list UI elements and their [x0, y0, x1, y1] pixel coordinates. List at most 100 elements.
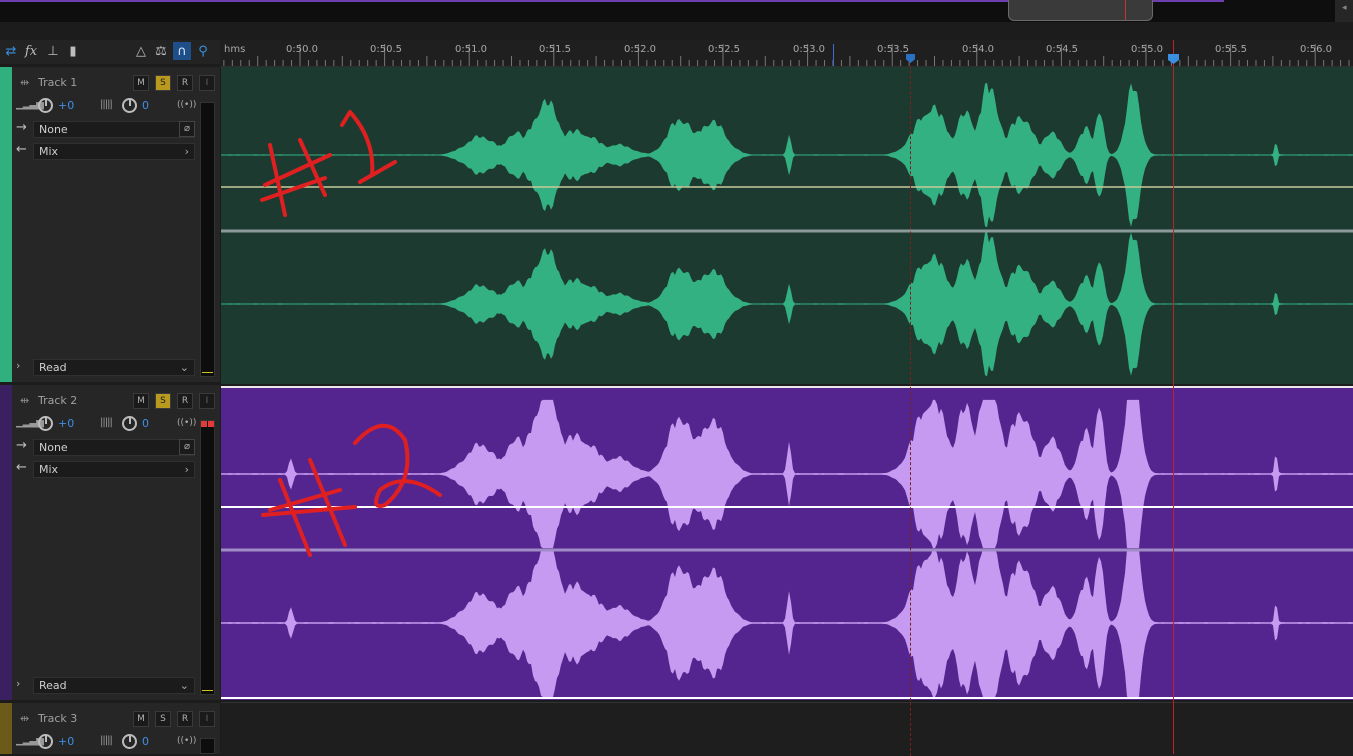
- ruler-tick-label: 0:53.5: [877, 44, 909, 55]
- track-2-input-monitor-button[interactable]: I: [199, 393, 215, 409]
- track-3-volume-value[interactable]: +0: [58, 735, 74, 748]
- track-3-mute-button[interactable]: M: [133, 711, 149, 727]
- ruler-tick-label: 0:55.5: [1215, 44, 1247, 55]
- stereo-icon[interactable]: ((•)): [177, 736, 196, 746]
- track-1-solo-button[interactable]: S: [155, 75, 171, 91]
- collapse-arrow-icon[interactable]: ◂: [1342, 3, 1347, 13]
- stereo-icon[interactable]: ((•)): [177, 100, 196, 110]
- track-1-automation-value: Read: [39, 361, 67, 374]
- track-2-level-meter: [200, 420, 215, 695]
- track-grip-icon[interactable]: ⇹: [20, 712, 29, 725]
- chevron-down-icon: ⌄: [179, 361, 189, 374]
- track-1-color-bar: [0, 67, 12, 382]
- track-2-color-bar: [0, 385, 12, 700]
- track-3-name[interactable]: Track 3: [38, 712, 77, 725]
- output-arrow-icon: ←: [16, 460, 27, 475]
- polarity-invert-icon[interactable]: ⌀: [179, 121, 195, 137]
- meter-peak: [202, 372, 213, 373]
- track-2-record-button[interactable]: R: [177, 393, 193, 409]
- overview-playhead: [1125, 0, 1126, 20]
- eq-bars-icon[interactable]: ▮: [64, 42, 82, 60]
- tempo-icon[interactable]: ⚖: [152, 42, 170, 60]
- track-3-solo-button[interactable]: S: [155, 711, 171, 727]
- track-3-pan-knob[interactable]: [122, 734, 137, 749]
- track-1-pan-value[interactable]: 0: [142, 99, 149, 112]
- ruler-selection-edge: [833, 44, 834, 66]
- ruler-tick-label: 0:55.0: [1131, 44, 1163, 55]
- track-2-pan-value[interactable]: 0: [142, 417, 149, 430]
- track-2-volume-knob[interactable]: [38, 416, 53, 431]
- marker-pin-icon[interactable]: ⚲: [194, 42, 212, 60]
- ruler-tick-label: 0:53.0: [793, 44, 825, 55]
- track-2-header: ⇹ Track 2 M S R I ▁▂▃▅ +0 ||||| 0 ((•)) …: [0, 385, 220, 700]
- expand-chevron-icon[interactable]: ›: [16, 359, 20, 372]
- track-1-automation-select[interactable]: Read ⌄: [33, 359, 195, 376]
- annotation-2-stroke: [308, 458, 347, 547]
- ruler-tick-label: 0:56.0: [1300, 44, 1332, 55]
- time-ruler[interactable]: hms 0:50.0 0:50.5 0:51.0 0:51.5 0:52.0 0…: [220, 40, 1353, 67]
- track-2-volume-value[interactable]: +0: [58, 417, 74, 430]
- track-2-solo-button[interactable]: S: [155, 393, 171, 409]
- track-3-input-monitor-button[interactable]: I: [199, 711, 215, 727]
- stereo-icon[interactable]: ((•)): [177, 418, 196, 428]
- chevron-right-icon: ›: [184, 463, 189, 476]
- track-2-name[interactable]: Track 2: [38, 394, 77, 407]
- effects-fx-icon[interactable]: fx: [22, 42, 40, 60]
- track-3-volume-knob[interactable]: [38, 734, 53, 749]
- meter-peak: [202, 690, 213, 691]
- track-3-color-bar: [0, 703, 12, 754]
- annotation-2-stroke: [353, 423, 442, 508]
- track-1-input-monitor-button[interactable]: I: [199, 75, 215, 91]
- playhead-cursor[interactable]: [1173, 40, 1174, 754]
- track-1-pan-knob[interactable]: [122, 98, 137, 113]
- ruler-tick-label: 0:52.0: [624, 44, 656, 55]
- track-3-lane[interactable]: [221, 702, 1353, 755]
- track-3-record-button[interactable]: R: [177, 711, 193, 727]
- inputs-outputs-icon[interactable]: ⇄: [2, 42, 20, 60]
- track-1-volume-value[interactable]: +0: [58, 99, 74, 112]
- track-grip-icon[interactable]: ⇹: [20, 76, 29, 89]
- track-grip-icon[interactable]: ⇹: [20, 394, 29, 407]
- polarity-invert-icon[interactable]: ⌀: [179, 439, 195, 455]
- track-1-volume-knob[interactable]: [38, 98, 53, 113]
- snap-magnet-icon[interactable]: ∩: [173, 42, 191, 60]
- overview-zoom-viewport[interactable]: [1008, 0, 1153, 21]
- track-1-output-select[interactable]: Mix ›: [33, 143, 195, 160]
- ruler-tick-label: 0:52.5: [708, 44, 740, 55]
- annotation-2-stroke: [278, 478, 312, 557]
- ruler-tick-label: 0:51.5: [539, 44, 571, 55]
- ruler-tick-label: 0:54.0: [962, 44, 994, 55]
- track-1-header: ⇹ Track 1 M S R I ▁▂▃▅ +0 ||||| 0 ((•)) …: [0, 67, 220, 382]
- track-2-output-select[interactable]: Mix ›: [33, 461, 195, 478]
- chevron-down-icon: ⌄: [179, 679, 189, 692]
- track-1-mute-button[interactable]: M: [133, 75, 149, 91]
- ruler-unit-label: hms: [224, 44, 246, 55]
- chevron-right-icon: ›: [184, 145, 189, 158]
- metronome-icon[interactable]: △: [132, 42, 150, 60]
- input-arrow-icon: →: [16, 120, 27, 135]
- track-1-input-select[interactable]: None›: [33, 121, 195, 138]
- output-arrow-icon: ←: [16, 142, 27, 157]
- track-1-name[interactable]: Track 1: [38, 76, 77, 89]
- annotation-1-stroke: [340, 110, 397, 184]
- track-1-record-button[interactable]: R: [177, 75, 193, 91]
- track-3-pan-value[interactable]: 0: [142, 735, 149, 748]
- expand-chevron-icon[interactable]: ›: [16, 677, 20, 690]
- ruler-tick-label: 0:51.0: [455, 44, 487, 55]
- track-2-automation-select[interactable]: Read ⌄: [33, 677, 195, 694]
- ruler-tick-label: 0:50.0: [286, 44, 318, 55]
- pan-icon: |||||: [100, 735, 113, 746]
- sends-icon[interactable]: ⊥: [44, 42, 62, 60]
- annotation-2: [261, 423, 442, 557]
- track-1-output-select-value: Mix: [39, 145, 59, 158]
- input-arrow-icon: →: [16, 438, 27, 453]
- track-1-level-meter: [200, 102, 215, 377]
- track-2-mute-button[interactable]: M: [133, 393, 149, 409]
- annotation-1: [260, 110, 397, 217]
- clip-indicator-left[interactable]: [201, 421, 207, 427]
- pan-icon: |||||: [100, 417, 113, 428]
- clip-indicator-right[interactable]: [208, 421, 214, 427]
- ruler-tick-label: 0:54.5: [1046, 44, 1078, 55]
- track-2-pan-knob[interactable]: [122, 416, 137, 431]
- track-2-input-select[interactable]: None›: [33, 439, 195, 456]
